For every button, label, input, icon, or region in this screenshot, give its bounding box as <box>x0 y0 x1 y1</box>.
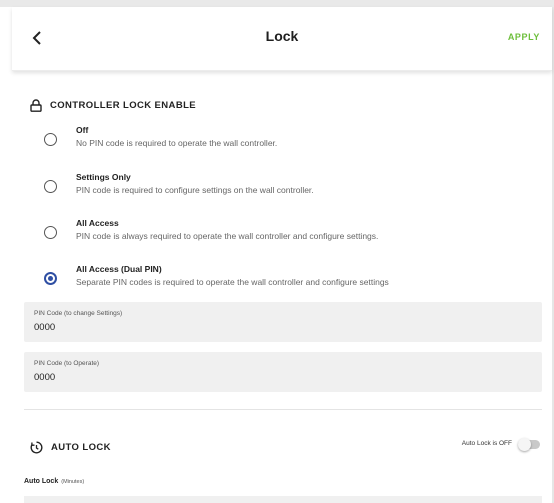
lock-icon <box>30 99 42 112</box>
pin-settings-label: PIN Code (to change Settings) <box>34 310 123 317</box>
top-strip <box>0 0 554 7</box>
radio-dual-pin-selected[interactable] <box>44 272 57 285</box>
pin-settings-field[interactable]: PIN Code (to change Settings) 0000 <box>24 302 542 342</box>
timer-icon <box>30 441 43 454</box>
option-description: PIN code is required to configure settin… <box>76 185 314 195</box>
pin-operate-field[interactable]: PIN Code (to Operate) 0000 <box>24 352 542 392</box>
auto-lock-title: AUTO LOCK <box>51 442 111 453</box>
auto-lock-field-label: Auto Lock (Minutes) <box>24 478 84 485</box>
auto-lock-status-label: Auto Lock is OFF <box>461 440 512 447</box>
controller-lock-section-title: CONTROLLER LOCK ENABLE <box>30 99 196 112</box>
section-divider <box>24 409 542 410</box>
controller-lock-title: CONTROLLER LOCK ENABLE <box>50 100 197 111</box>
option-title: All Access (Dual PIN) <box>76 264 162 274</box>
lock-option-settings-only[interactable]: Settings Only PIN code is required to co… <box>44 172 534 202</box>
lock-option-off[interactable]: Off No PIN code is required to operate t… <box>44 125 534 155</box>
auto-lock-section-title: AUTO LOCK <box>30 441 111 454</box>
auto-lock-toggle[interactable] <box>518 438 540 451</box>
auto-lock-input[interactable] <box>24 496 542 503</box>
option-description: No PIN code is required to operate the w… <box>76 138 278 148</box>
auto-lock-unit: (Minutes) <box>61 479 85 485</box>
pin-settings-value[interactable]: 0000 <box>34 322 55 333</box>
page-title: Lock <box>265 28 299 44</box>
auto-lock-label: Auto Lock <box>24 478 59 485</box>
pin-operate-value[interactable]: 0000 <box>34 372 55 383</box>
lock-option-dual-pin[interactable]: All Access (Dual PIN) Separate PIN codes… <box>44 264 534 294</box>
header-bar: Lock APPLY <box>12 7 552 71</box>
option-description: Separate PIN codes is required to operat… <box>76 277 389 287</box>
option-title: All Access <box>76 218 119 228</box>
pin-operate-label: PIN Code (to Operate) <box>34 360 100 367</box>
radio-settings-only[interactable] <box>44 180 57 193</box>
option-description: PIN code is always required to operate t… <box>76 231 379 241</box>
option-title: Off <box>76 125 89 135</box>
radio-off[interactable] <box>44 133 57 146</box>
radio-all-access[interactable] <box>44 226 57 239</box>
lock-option-all-access[interactable]: All Access PIN code is always required t… <box>44 218 534 248</box>
apply-button[interactable]: APPLY <box>508 32 540 42</box>
option-title: Settings Only <box>76 172 131 182</box>
